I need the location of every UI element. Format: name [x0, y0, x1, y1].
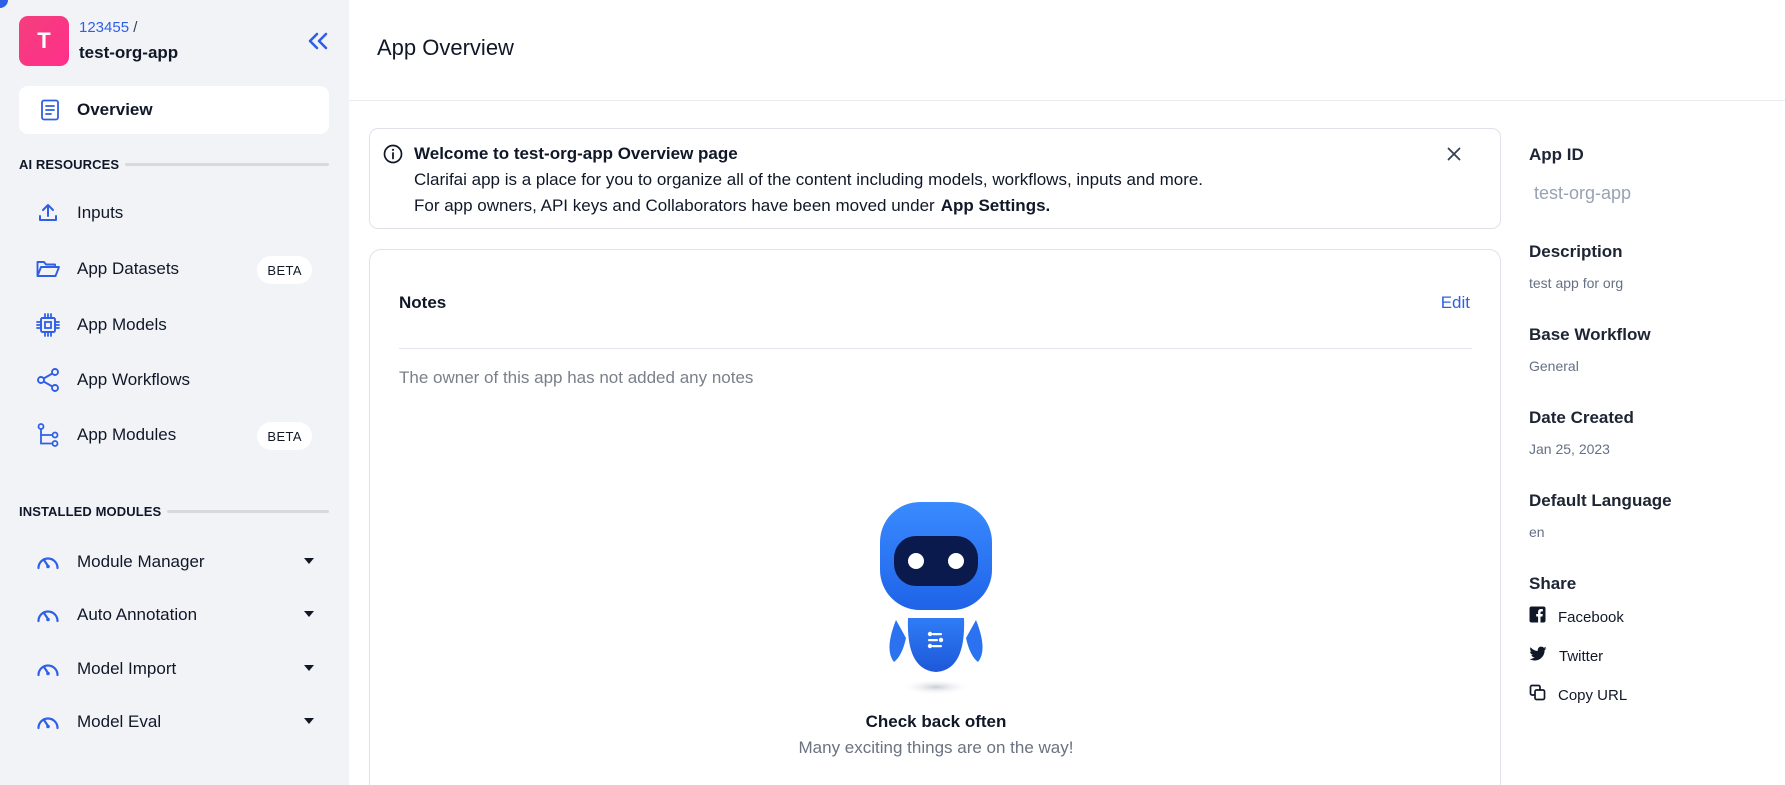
sidebar-item-label: App Workflows	[77, 370, 191, 389]
app-avatar[interactable]: T	[19, 16, 69, 66]
empty-state-subtitle: Many exciting things are on the way!	[798, 738, 1074, 757]
caret-down-icon[interactable]	[304, 665, 314, 671]
facebook-icon	[1529, 606, 1546, 628]
base-workflow-label: Base Workflow	[1529, 325, 1651, 344]
divider	[399, 348, 1472, 349]
description-label: Description	[1529, 242, 1623, 261]
beta-badge: BETA	[257, 422, 312, 450]
notes-card: Notes Edit The owner of this app has not…	[369, 249, 1501, 785]
page-header: App Overview	[349, 0, 1785, 101]
banner-text-line: For app owners, API keys and Collaborato…	[414, 196, 1050, 216]
sidebar-item-label: Model Import	[77, 659, 177, 678]
org-id-link[interactable]: 123455	[79, 19, 129, 36]
banner-text-line: Clarifai app is a place for you to organ…	[414, 170, 1204, 189]
sidebar-item-overview[interactable]: Overview	[19, 86, 329, 134]
base-workflow-value: General	[1529, 358, 1579, 374]
folder-open-icon	[35, 256, 61, 282]
app-id-value: test-org-app	[1534, 183, 1632, 203]
double-chevron-left-icon	[308, 32, 328, 50]
beta-badge: BETA	[257, 256, 312, 284]
notes-empty-text: The owner of this app has not added any …	[399, 368, 754, 387]
section-heading-text: INSTALLED MODULES	[19, 504, 162, 519]
tree-branch-icon	[35, 422, 61, 448]
ai-resources-heading: AI RESOURCES	[19, 157, 329, 172]
document-icon	[37, 97, 63, 123]
app-name[interactable]: test-org-app	[79, 43, 178, 63]
chip-icon	[35, 312, 61, 338]
sidebar-item-app-modules[interactable]: App Modules BETA	[19, 413, 329, 457]
gauge-icon	[35, 656, 61, 682]
sidebar: T 123455 / test-org-app Overview AI RESO…	[0, 0, 349, 785]
sidebar-item-app-datasets[interactable]: App Datasets BETA	[19, 247, 329, 291]
share-item-label: Twitter	[1559, 647, 1604, 665]
sidebar-item-label: Inputs	[77, 203, 124, 222]
date-created-label: Date Created	[1529, 408, 1634, 427]
corner-accent	[0, 0, 8, 8]
sidebar-item-label: Overview	[77, 100, 153, 119]
divider	[125, 163, 329, 166]
notes-title: Notes	[399, 293, 447, 312]
caret-down-icon[interactable]	[304, 611, 314, 617]
copy-icon	[1529, 684, 1546, 706]
divider	[167, 510, 329, 513]
breadcrumb-separator: /	[129, 19, 138, 36]
gauge-icon	[35, 709, 61, 735]
share-item-label: Copy URL	[1558, 686, 1628, 704]
sidebar-item-app-models[interactable]: App Models	[19, 303, 329, 347]
sidebar-item-module-manager[interactable]: Module Manager	[19, 540, 329, 584]
share-nodes-icon	[35, 367, 61, 393]
info-icon	[382, 143, 404, 170]
sidebar-item-label: Auto Annotation	[77, 605, 198, 624]
org-breadcrumb: 123455 /	[79, 19, 137, 36]
default-language-label: Default Language	[1529, 491, 1672, 510]
close-icon[interactable]	[1445, 145, 1463, 168]
robot-illustration	[866, 500, 1006, 700]
collapse-sidebar-button[interactable]	[305, 28, 331, 54]
banner-text: For app owners, API keys and Collaborato…	[414, 196, 935, 215]
sidebar-item-label: App Models	[77, 315, 167, 334]
description-value: test app for org	[1529, 275, 1624, 291]
share-item-label: Facebook	[1558, 608, 1624, 626]
copy-url-button[interactable]: Copy URL	[1529, 684, 1627, 706]
twitter-icon	[1529, 646, 1547, 667]
sidebar-item-inputs[interactable]: Inputs	[19, 191, 329, 235]
default-language-value: en	[1529, 524, 1545, 540]
upload-icon	[35, 200, 61, 226]
gauge-icon	[35, 549, 61, 575]
empty-state-title: Check back often	[865, 712, 1007, 731]
edit-notes-button[interactable]: Edit	[1441, 293, 1470, 313]
org-header: T 123455 / test-org-app	[19, 16, 331, 66]
sidebar-item-model-eval[interactable]: Model Eval	[19, 700, 329, 744]
sidebar-item-label: Module Manager	[77, 552, 205, 571]
banner-title: Welcome to test-org-app Overview page	[414, 144, 738, 163]
caret-down-icon[interactable]	[304, 718, 314, 724]
app-settings-link[interactable]: App Settings.	[941, 196, 1051, 215]
installed-modules-heading: INSTALLED MODULES	[19, 504, 329, 519]
share-facebook-link[interactable]: Facebook	[1529, 606, 1624, 628]
sidebar-item-auto-annotation[interactable]: Auto Annotation	[19, 593, 329, 637]
sidebar-item-model-import[interactable]: Model Import	[19, 647, 329, 691]
app-id-label: App ID	[1529, 145, 1584, 164]
page-title: App Overview	[377, 35, 514, 60]
gauge-icon	[35, 602, 61, 628]
sidebar-item-label: App Datasets	[77, 259, 180, 278]
share-twitter-link[interactable]: Twitter	[1529, 645, 1603, 667]
date-created-value: Jan 25, 2023	[1529, 441, 1610, 457]
section-heading-text: AI RESOURCES	[19, 157, 120, 172]
welcome-banner: Welcome to test-org-app Overview page Cl…	[369, 128, 1501, 229]
sidebar-item-label: Model Eval	[77, 712, 162, 731]
sidebar-item-app-workflows[interactable]: App Workflows	[19, 358, 329, 402]
caret-down-icon[interactable]	[304, 558, 314, 564]
share-label: Share	[1529, 574, 1577, 593]
sidebar-item-label: App Modules	[77, 425, 177, 444]
